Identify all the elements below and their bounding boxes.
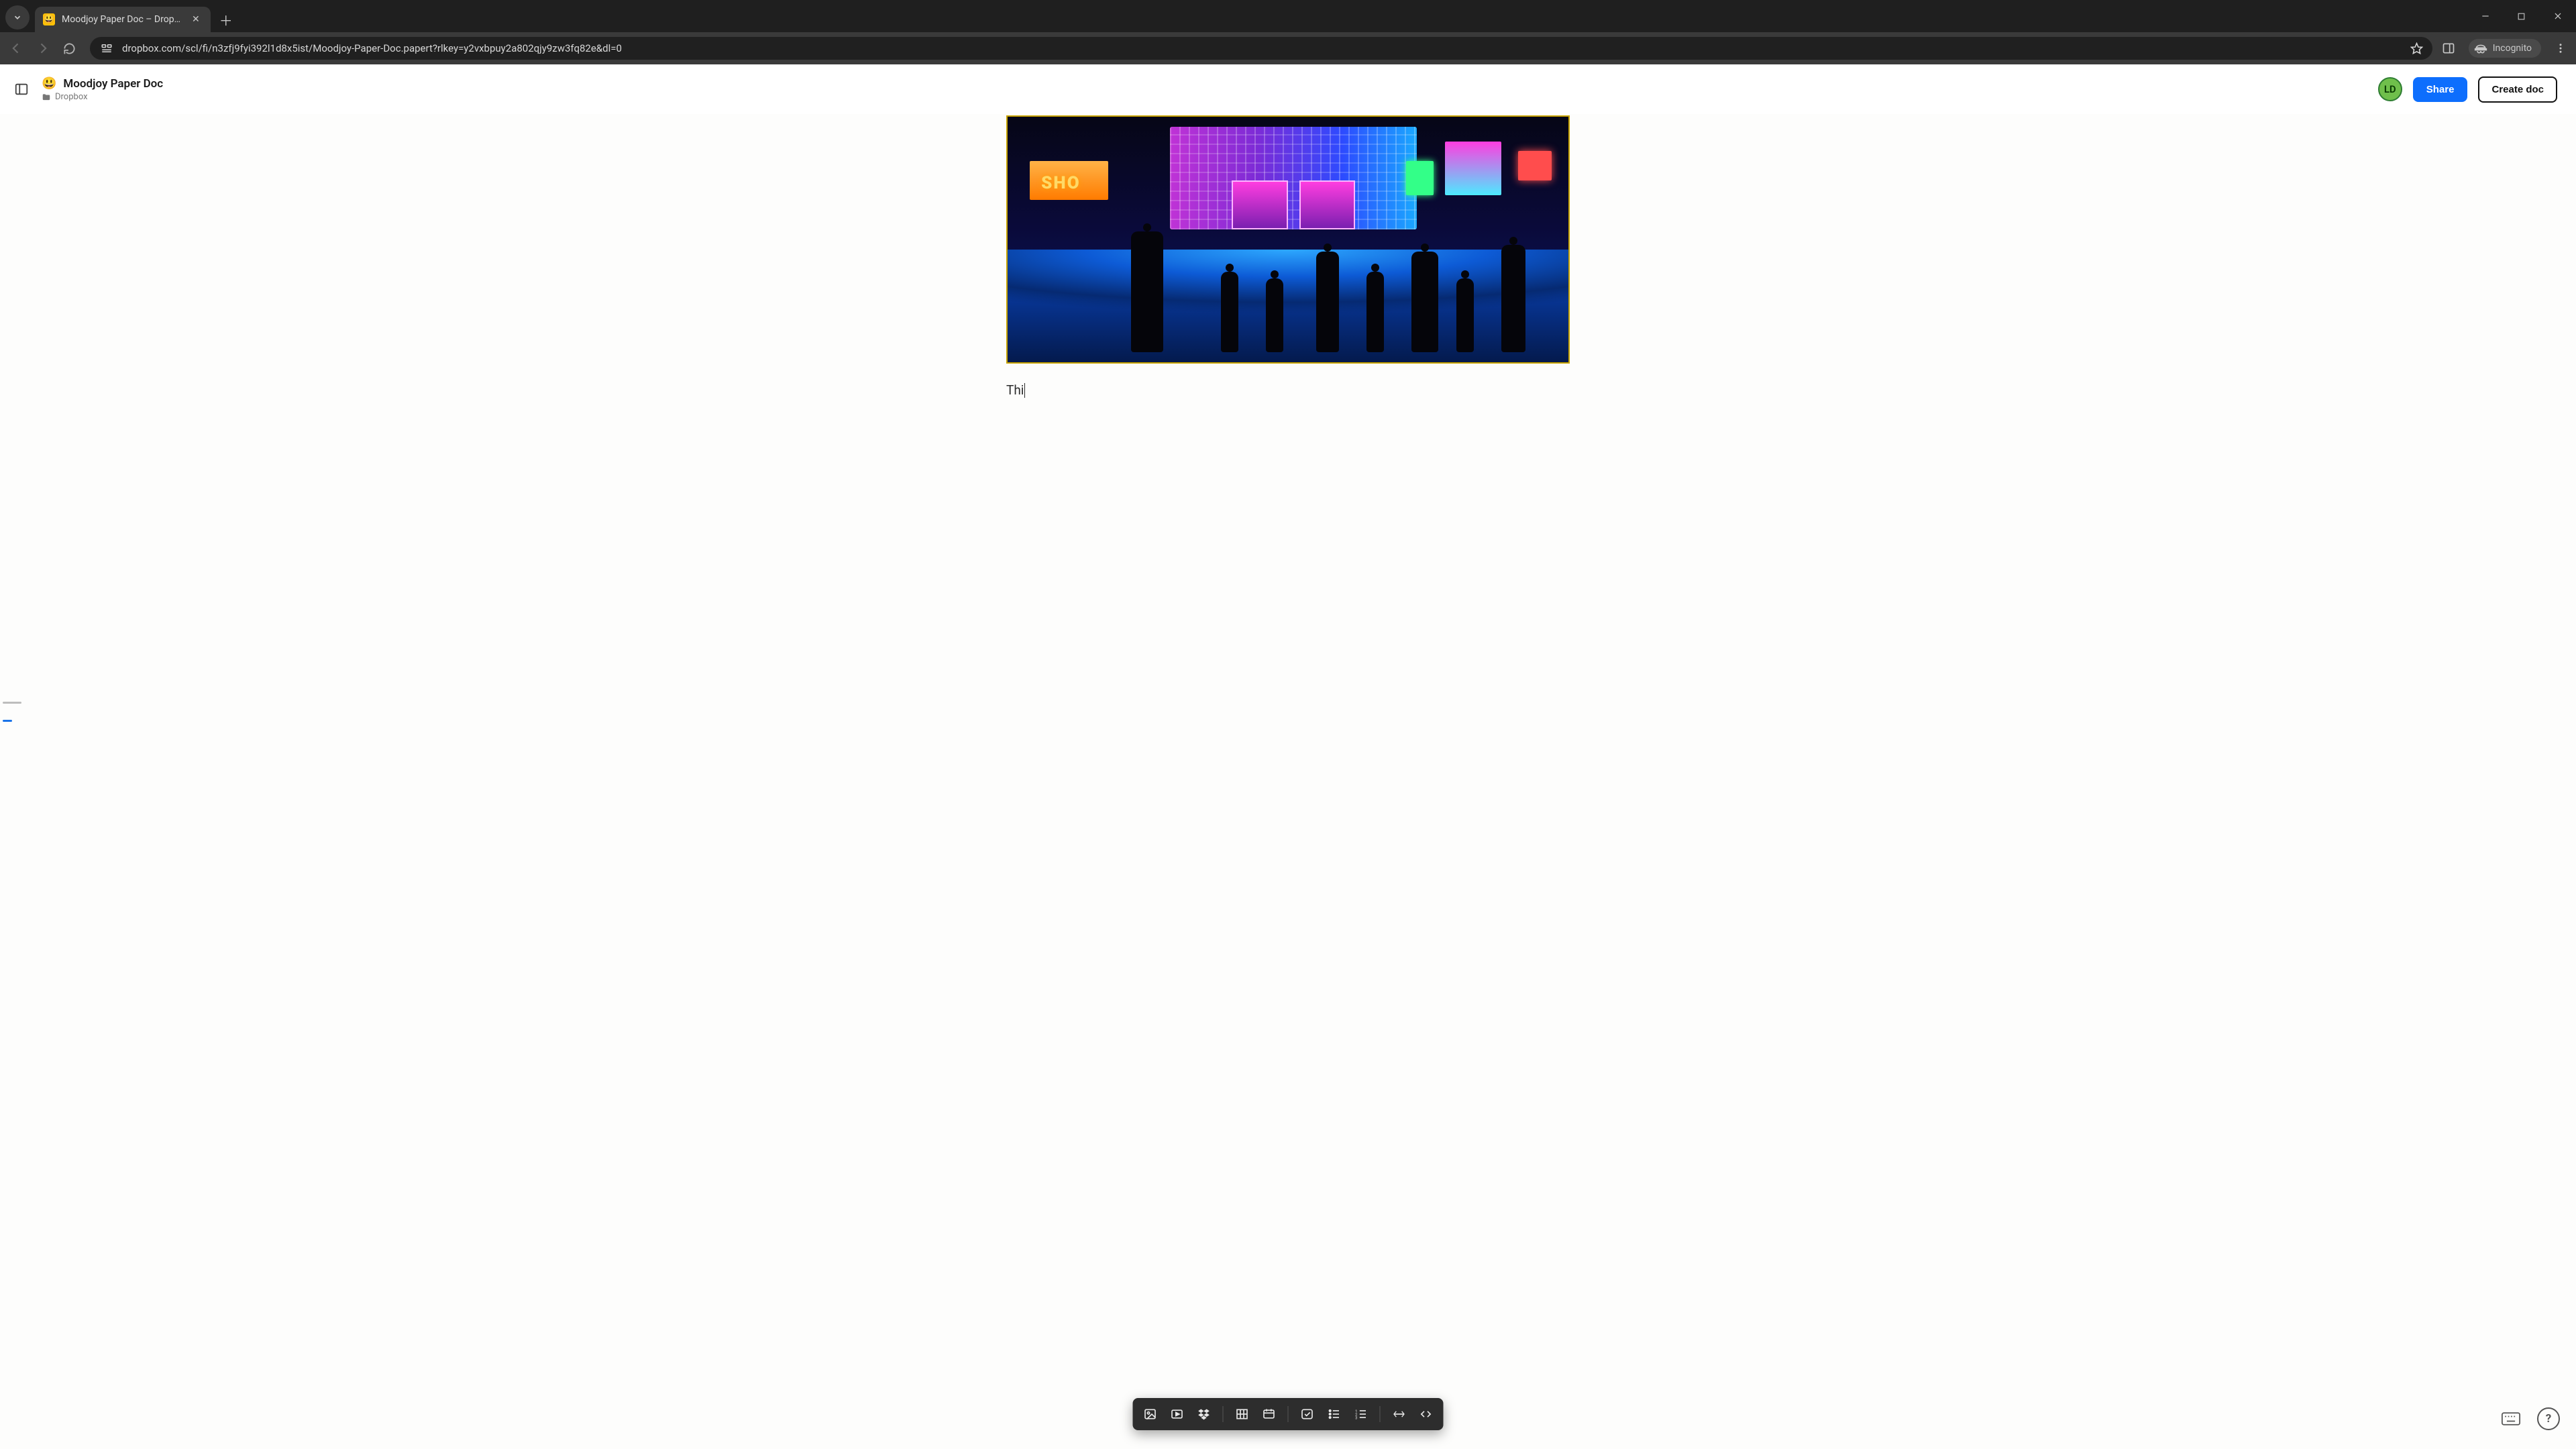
folder-icon xyxy=(42,93,51,102)
nav-reload-icon[interactable] xyxy=(63,42,80,55)
browser-address-bar: dropbox.com/scl/fi/n3zfj9fyi392l1d8x5ist… xyxy=(0,32,2576,64)
tab-close-icon[interactable]: ✕ xyxy=(189,13,203,26)
sidebar-toggle-icon[interactable] xyxy=(12,80,31,99)
doc-emoji-icon: 😃 xyxy=(42,76,56,91)
url-text: dropbox.com/scl/fi/n3zfj9fyi392l1d8x5ist… xyxy=(122,42,2402,54)
nav-back-icon[interactable] xyxy=(9,42,27,55)
insert-bulleted-list-icon[interactable] xyxy=(1322,1402,1346,1426)
keyboard-shortcuts-icon[interactable] xyxy=(2500,1407,2522,1430)
toolbar-separator xyxy=(1223,1406,1224,1422)
insert-dropbox-file-icon[interactable] xyxy=(1192,1402,1216,1426)
browser-menu-icon[interactable] xyxy=(2555,42,2567,54)
create-doc-button[interactable]: Create doc xyxy=(2478,76,2557,103)
paper-header: 😃 Moodjoy Paper Doc Dropbox LD Share Cre… xyxy=(0,64,2576,114)
insert-image-icon[interactable] xyxy=(1138,1402,1163,1426)
image-sign-text: SHO xyxy=(1041,173,1081,193)
incognito-label: Incognito xyxy=(2493,43,2532,54)
nav-forward-icon[interactable] xyxy=(36,42,54,55)
doc-title[interactable]: Moodjoy Paper Doc xyxy=(63,77,163,91)
breadcrumb[interactable]: Dropbox xyxy=(42,92,163,102)
breadcrumb-root: Dropbox xyxy=(55,92,88,102)
bookmark-star-icon[interactable] xyxy=(2410,42,2423,55)
insert-divider-icon[interactable] xyxy=(1387,1402,1411,1426)
avatar-initials: LD xyxy=(2384,83,2396,95)
site-settings-icon[interactable] xyxy=(99,41,114,56)
share-button[interactable]: Share xyxy=(2413,77,2468,102)
insert-timeline-icon[interactable] xyxy=(1257,1402,1281,1426)
new-tab-button[interactable]: ＋ xyxy=(216,9,236,30)
insert-code-block-icon[interactable] xyxy=(1414,1402,1438,1426)
toolbar-separator xyxy=(1288,1406,1289,1422)
insert-todo-icon[interactable] xyxy=(1295,1402,1320,1426)
browser-tabstrip: 😃 Moodjoy Paper Doc – Dropbox ✕ ＋ xyxy=(0,0,2576,32)
tab-favicon-icon: 😃 xyxy=(43,13,55,25)
insert-numbered-list-icon[interactable]: 123 xyxy=(1349,1402,1373,1426)
svg-text:3: 3 xyxy=(1355,1417,1357,1421)
url-input[interactable]: dropbox.com/scl/fi/n3zfj9fyi392l1d8x5ist… xyxy=(90,37,2432,60)
text-caret xyxy=(1024,383,1025,398)
embedded-image[interactable]: SHO xyxy=(1006,115,1570,364)
insert-video-icon[interactable] xyxy=(1165,1402,1189,1426)
tab-search-dropdown[interactable] xyxy=(5,5,30,30)
help-label: ? xyxy=(2546,1412,2551,1426)
window-close-icon[interactable] xyxy=(2553,11,2572,21)
side-panel-icon[interactable] xyxy=(2442,42,2455,55)
help-icon[interactable]: ? xyxy=(2537,1407,2560,1430)
browser-tab-active[interactable]: 😃 Moodjoy Paper Doc – Dropbox ✕ xyxy=(35,7,211,32)
body-text-content: Thi xyxy=(1006,382,1024,398)
insert-toolbar: 123 xyxy=(1133,1398,1444,1430)
document-body-text[interactable]: Thi xyxy=(1006,382,1570,398)
incognito-indicator[interactable]: Incognito xyxy=(2469,39,2541,58)
insert-table-icon[interactable] xyxy=(1230,1402,1254,1426)
user-avatar[interactable]: LD xyxy=(2378,77,2402,101)
window-minimize-icon[interactable] xyxy=(2481,11,2500,21)
window-maximize-icon[interactable] xyxy=(2517,12,2536,21)
tab-title: Moodjoy Paper Doc – Dropbox xyxy=(62,14,182,25)
document-scroll-area[interactable]: SHO Thi xyxy=(0,114,2576,1449)
toolbar-separator xyxy=(1380,1406,1381,1422)
window-controls xyxy=(2481,0,2572,32)
